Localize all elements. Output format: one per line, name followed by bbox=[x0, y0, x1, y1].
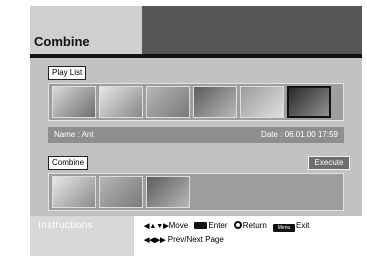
combine-thumb-3[interactable] bbox=[146, 176, 190, 208]
thumb-3[interactable] bbox=[146, 86, 190, 118]
header-title-area: Combine bbox=[30, 6, 142, 54]
move-hint: ◀▲▼▶Move bbox=[144, 219, 188, 234]
thumb-1[interactable] bbox=[52, 86, 96, 118]
thumb-2[interactable] bbox=[99, 86, 143, 118]
info-bar: Name : Ant Date : 06.01.00 17:59 bbox=[48, 127, 344, 143]
execute-button[interactable]: Execute bbox=[308, 156, 350, 170]
enter-hint: Enter bbox=[194, 219, 228, 233]
content-panel: Play List Name : Ant Date : 06.01.00 17:… bbox=[30, 58, 362, 216]
combine-thumb-2[interactable] bbox=[99, 176, 143, 208]
combine-thumb-1[interactable] bbox=[52, 176, 96, 208]
header-dark-band bbox=[142, 6, 362, 54]
enter-label: Enter bbox=[208, 221, 228, 230]
exit-label: Exit bbox=[296, 221, 310, 230]
thumb-5[interactable] bbox=[240, 86, 284, 118]
page-arrows-icon: ◀◀▶▶ bbox=[144, 237, 166, 244]
header: Combine bbox=[30, 6, 362, 58]
arrows-icon: ◀▲▼▶ bbox=[144, 223, 169, 230]
return-label: Return bbox=[242, 221, 267, 230]
instructions-area: ◀▲▼▶Move Enter Return Menu Exit ◀◀▶▶ Prev… bbox=[144, 219, 309, 247]
playlist-strip bbox=[48, 83, 344, 121]
page-label: Prev/Next Page bbox=[167, 235, 224, 244]
record-date: Date : 06.01.00 17:59 bbox=[261, 130, 338, 139]
move-label: Move bbox=[168, 221, 189, 230]
combine-screen: Combine Play List Name : Ant Date : 06.0… bbox=[30, 6, 362, 256]
page-title: Combine bbox=[34, 34, 90, 49]
page-hint: ◀◀▶▶ Prev/Next Page bbox=[144, 233, 224, 248]
menu-key-icon: Menu bbox=[273, 224, 296, 232]
return-hint: Return bbox=[233, 219, 267, 233]
footer: Instructions ◀▲▼▶Move Enter Return Menu E… bbox=[30, 216, 362, 256]
instructions-label: Instructions bbox=[30, 216, 134, 256]
combine-label: Combine bbox=[48, 156, 89, 170]
return-icon bbox=[233, 221, 242, 229]
playlist-label: Play List bbox=[48, 66, 87, 80]
combine-strip bbox=[48, 173, 344, 211]
thumb-6[interactable] bbox=[287, 86, 331, 118]
thumb-4[interactable] bbox=[193, 86, 237, 118]
title-name: Name : Ant bbox=[54, 130, 94, 139]
enter-icon bbox=[194, 222, 208, 229]
exit-hint: Menu Exit bbox=[273, 219, 309, 233]
